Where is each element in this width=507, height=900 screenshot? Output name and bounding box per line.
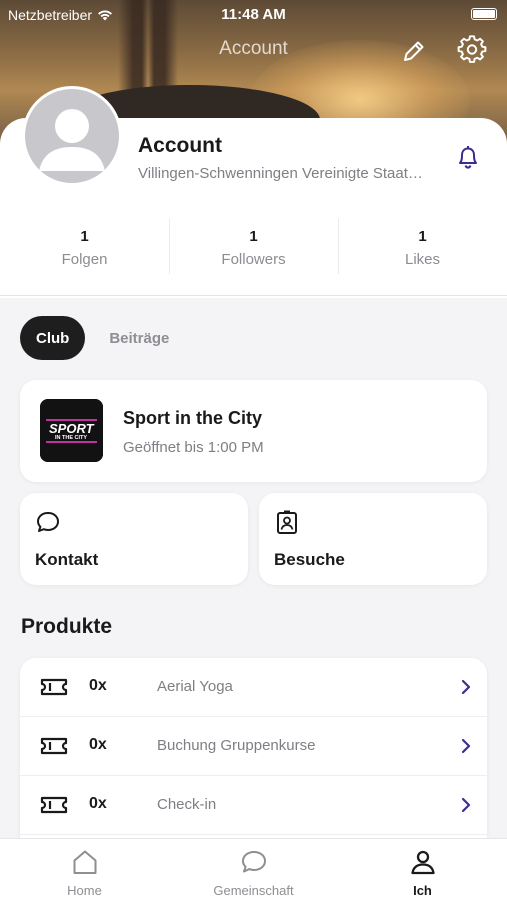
ticket-icon [40,737,68,755]
tabbar-community[interactable]: Gemeinschaft [169,839,338,900]
bell-icon [459,146,477,169]
club-logo-subtitle: IN THE CITY [55,435,87,441]
page-title: Account [219,38,288,59]
tabbar-label: Home [67,883,102,898]
stat-followers[interactable]: 1 Followers [169,218,338,278]
product-quantity: 0x [89,736,107,753]
club-logo-graphic: SPORT IN THE CITY [40,399,103,462]
chevron-right-icon [461,797,471,813]
settings-button[interactable] [457,35,487,65]
profile-name: Account [138,134,222,157]
contact-label: Kontakt [35,550,99,569]
product-row-check-in[interactable]: 0x Check-in [20,776,487,835]
chevron-right-icon [461,679,471,695]
stat-likes[interactable]: 1 Likes [338,218,507,278]
club-card[interactable]: SPORT IN THE CITY Sport in the City Geöf… [20,380,487,482]
content-tabs: Club Beiträge [20,316,185,360]
ticket-icon [40,796,68,814]
clock: 11:48 AM [221,6,286,23]
id-badge-icon [277,510,297,534]
divider [0,295,507,296]
product-name: Aerial Yoga [157,678,233,695]
ticket-icon [40,678,68,696]
club-name: Sport in the City [123,408,262,428]
tabbar-label: Gemeinschaft [213,883,294,898]
visits-label: Besuche [274,550,345,569]
home-icon [73,850,96,874]
stat-label: Likes [404,251,441,268]
stat-value: 1 [418,228,427,245]
bottom-tab-bar: Home Gemeinschaft Ich [0,838,507,900]
stat-folgen[interactable]: 1 Folgen [0,218,169,278]
person-icon [410,850,435,875]
tab-beitraege[interactable]: Beiträge [93,316,185,360]
user-placeholder-icon [39,109,105,171]
notifications-button[interactable] [456,144,480,170]
battery-icon [471,8,497,20]
gear-icon [457,35,487,63]
tabbar-profile[interactable]: Ich [338,839,507,900]
club-logo: SPORT IN THE CITY [40,399,103,462]
stat-value: 1 [249,228,258,245]
status-bar: Netzbetreiber 11:48 AM [0,0,507,30]
chevron-right-icon [461,738,471,754]
stat-label: Followers [221,251,286,268]
club-hours: Geöffnet bis 1:00 PM [123,439,264,456]
products-heading: Produkte [21,615,113,638]
avatar[interactable] [22,86,122,186]
stat-label: Folgen [61,251,108,268]
product-row-gruppenkurse[interactable]: 0x Buchung Gruppenkurse [20,717,487,776]
tabbar-home[interactable]: Home [0,839,169,900]
chat-bubble-icon [37,512,59,532]
edit-profile-button[interactable] [399,36,429,66]
product-quantity: 0x [89,677,107,694]
product-name: Buchung Gruppenkurse [157,737,316,754]
product-name: Check-in [157,796,217,813]
profile-stats: 1 Folgen 1 Followers 1 Likes [0,218,507,278]
products-list: 0x Aerial Yoga 0x Buchung Gruppenkurse 0… [20,658,487,848]
tabbar-label: Ich [413,883,432,898]
profile-location: Villingen-Schwenningen Vereinigte Staate… [138,165,423,182]
chat-bubble-icon [241,851,266,873]
contact-button[interactable]: Kontakt [20,493,248,585]
visits-button[interactable]: Besuche [259,493,487,585]
tab-club[interactable]: Club [20,316,86,360]
stat-value: 1 [80,228,89,245]
product-row-aerial-yoga[interactable]: 0x Aerial Yoga [20,658,487,717]
pencil-icon [404,41,424,61]
club-logo-title: SPORT [49,421,95,436]
product-quantity: 0x [89,795,107,812]
